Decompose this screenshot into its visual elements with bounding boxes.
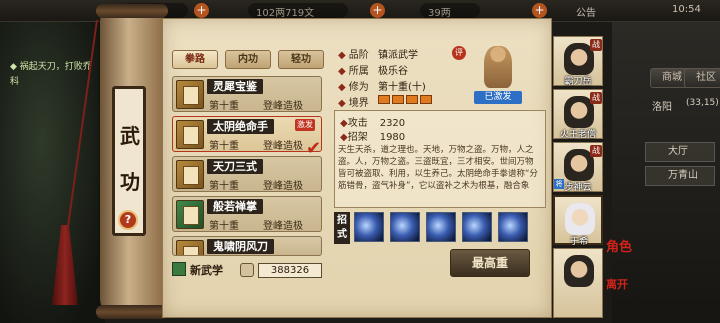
hall-button[interactable]: 大厅: [645, 142, 715, 162]
realm-bar-segment: [378, 95, 390, 104]
moves-label: 招式: [334, 212, 350, 244]
skill-level: 第十重: [209, 141, 239, 152]
character-slot[interactable]: 战 将 步神云: [553, 142, 603, 193]
character-slot[interactable]: 战 火王老僧: [553, 89, 603, 140]
skill-name: 般若禅掌: [207, 199, 263, 214]
tab-internal[interactable]: 内功: [225, 50, 271, 69]
move-icon[interactable]: [354, 212, 384, 242]
rank-label: ◆ 品阶: [338, 50, 369, 61]
location-name: 洛阳: [652, 102, 672, 113]
skill-points: 388326: [258, 263, 322, 278]
battle-badge: 战: [590, 92, 602, 104]
activated-label: 已激发: [474, 91, 522, 104]
skill-status: 登峰造极: [263, 101, 303, 112]
parry-stat: ◆招架 1980: [340, 132, 406, 143]
location-coords: (33,15): [686, 98, 719, 108]
notice-button[interactable]: 公告: [576, 4, 596, 19]
realm-bar-segment: [420, 95, 432, 104]
skill-item[interactable]: 灵犀宝鉴 第十重 登峰造极: [172, 76, 322, 112]
scroll-cap-bottom: [96, 305, 168, 319]
move-icon[interactable]: [426, 212, 456, 242]
skill-status: 登峰造极: [263, 221, 303, 232]
skill-item[interactable]: 般若禅掌 第十重 登峰造极: [172, 196, 322, 232]
character-name: 于希: [569, 237, 588, 247]
book-icon: [176, 200, 204, 229]
character-name: 火王老僧: [559, 130, 596, 140]
school-value: 极乐谷: [378, 66, 408, 77]
activated-badge: 激发: [295, 119, 315, 131]
new-skill-button[interactable]: 新武学: [190, 262, 223, 278]
cultivation-value: 第十重(十): [378, 82, 426, 93]
book-icon: [176, 160, 204, 189]
realm-bar-segment: [406, 95, 418, 104]
character-slot[interactable]: [553, 248, 603, 318]
skill-level: 第十重: [209, 101, 239, 112]
tab-lightness[interactable]: 轻功: [278, 50, 324, 69]
skill-status: 登峰造极: [263, 181, 303, 192]
skill-avatar: 已激发: [470, 42, 526, 104]
skill-description: 天生天杀，道之理也。天地，万物之盗。万物，人之盗。人，万物之盗。三盗既宜，三才相…: [338, 145, 538, 191]
character-name: 霸刀岳: [564, 77, 592, 87]
help-button[interactable]: ?: [118, 210, 138, 230]
portrait-icon: [565, 203, 595, 235]
points-icon: [240, 263, 254, 277]
title-char-gong: 功: [120, 170, 140, 194]
realm-label: ◆ 境界: [338, 98, 369, 109]
book-icon: [176, 240, 204, 255]
skill-level: 第十重: [209, 221, 239, 232]
community-button[interactable]: 社区: [684, 68, 720, 88]
title-char-wu: 武: [120, 124, 140, 148]
wanqingshan-button[interactable]: 万青山: [645, 166, 715, 186]
book-icon: [176, 120, 204, 149]
gold-counter: 39两: [420, 3, 480, 19]
skill-status: 登峰造极: [263, 141, 303, 152]
skill-name: 灵犀宝鉴: [207, 79, 263, 94]
new-skill-icon: [172, 262, 186, 276]
battle-badge: 战: [590, 145, 602, 157]
skill-level: 第十重: [209, 181, 239, 192]
skill-name: 天刀三式: [207, 159, 263, 174]
role-label[interactable]: 角色: [606, 236, 632, 255]
move-icon[interactable]: [462, 212, 492, 242]
skill-item[interactable]: 鬼啸阴风刀: [172, 236, 322, 256]
character-slot-selected[interactable]: 于希: [553, 195, 603, 247]
max-level-button[interactable]: 最高重: [450, 249, 530, 277]
monk-figure-icon: [484, 46, 512, 88]
book-icon: [176, 80, 204, 109]
skill-name: 太阴绝命手: [207, 119, 274, 134]
portrait-icon: [564, 255, 594, 287]
add-silver-button[interactable]: +: [370, 3, 385, 18]
rank-badge: 评: [452, 46, 466, 60]
skill-item-selected[interactable]: 太阴绝命手 激发 第十重 登峰造极: [172, 116, 322, 152]
leave-label[interactable]: 离开: [606, 276, 628, 292]
move-icon[interactable]: [390, 212, 420, 242]
battle-badge: 战: [590, 39, 602, 51]
clock: 10:54: [672, 4, 701, 15]
school-label: ◆ 所属: [338, 66, 369, 77]
tab-fist[interactable]: 拳路: [172, 50, 218, 69]
skill-name: 鬼啸阴风刀: [207, 239, 274, 254]
realm-bar-segment: [392, 95, 404, 104]
attack-stat: ◆攻击 2320: [340, 118, 406, 129]
character-name: 步神云: [564, 183, 592, 193]
rank-value: 镇派武学: [378, 50, 418, 61]
skill-item[interactable]: 天刀三式 第十重 登峰造极: [172, 156, 322, 192]
add-stamina-button[interactable]: +: [194, 3, 209, 18]
silver-counter: 102两719文: [248, 3, 348, 19]
cultivation-label: ◆ 修为: [338, 82, 369, 93]
add-gold-button[interactable]: +: [532, 3, 547, 18]
move-icon[interactable]: [498, 212, 528, 242]
scroll-cap-top: [96, 4, 168, 18]
character-slot[interactable]: 战 霸刀岳: [553, 36, 603, 87]
